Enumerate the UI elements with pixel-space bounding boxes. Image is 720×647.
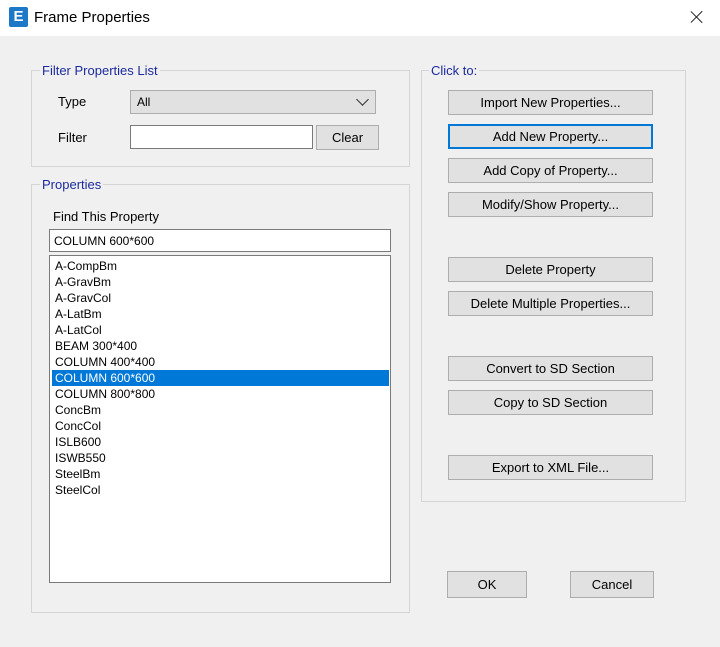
properties-listbox[interactable]: A-CompBm A-GravBm A-GravCol A-LatBm A-La… xyxy=(49,255,391,583)
ok-button[interactable]: OK xyxy=(447,571,527,598)
export-to-xml-button[interactable]: Export to XML File... xyxy=(448,455,653,480)
etabs-app-icon: E xyxy=(9,7,28,27)
actions-group-label: Click to: xyxy=(429,63,480,78)
list-item[interactable]: COLUMN 400*400 xyxy=(52,354,389,370)
find-property-input[interactable] xyxy=(49,229,391,252)
list-item[interactable]: ConcBm xyxy=(52,402,389,418)
list-item[interactable]: BEAM 300*400 xyxy=(52,338,389,354)
type-select[interactable]: All xyxy=(130,90,376,114)
list-item[interactable]: A-LatCol xyxy=(52,322,389,338)
title-bar: E Frame Properties xyxy=(0,0,720,36)
add-new-property-button[interactable]: Add New Property... xyxy=(448,124,653,149)
properties-group-label: Properties xyxy=(40,177,104,192)
import-new-properties-button[interactable]: Import New Properties... xyxy=(448,90,653,115)
close-icon[interactable] xyxy=(682,4,712,30)
filter-label: Filter xyxy=(58,130,87,145)
list-item[interactable]: ISLB600 xyxy=(52,434,389,450)
window-title: Frame Properties xyxy=(34,9,150,26)
filter-group-label: Filter Properties List xyxy=(40,63,160,78)
list-item[interactable]: ConcCol xyxy=(52,418,389,434)
delete-property-button[interactable]: Delete Property xyxy=(448,257,653,282)
find-property-label: Find This Property xyxy=(53,209,159,224)
type-select-value: All xyxy=(137,95,151,109)
convert-to-sd-section-button[interactable]: Convert to SD Section xyxy=(448,356,653,381)
list-item[interactable]: SteelCol xyxy=(52,482,389,498)
cancel-button[interactable]: Cancel xyxy=(570,571,654,598)
list-item-selected[interactable]: COLUMN 600*600 xyxy=(52,370,389,386)
filter-group xyxy=(31,70,410,167)
list-item[interactable]: A-GravCol xyxy=(52,290,389,306)
add-copy-of-property-button[interactable]: Add Copy of Property... xyxy=(448,158,653,183)
type-label: Type xyxy=(58,94,87,109)
list-item[interactable]: A-CompBm xyxy=(52,258,389,274)
clear-button[interactable]: Clear xyxy=(316,125,379,150)
modify-show-property-button[interactable]: Modify/Show Property... xyxy=(448,192,653,217)
delete-multiple-properties-button[interactable]: Delete Multiple Properties... xyxy=(448,291,653,316)
copy-to-sd-section-button[interactable]: Copy to SD Section xyxy=(448,390,653,415)
list-item[interactable]: A-GravBm xyxy=(52,274,389,290)
chevron-down-icon xyxy=(356,93,369,106)
list-item[interactable]: ISWB550 xyxy=(52,450,389,466)
list-item[interactable]: A-LatBm xyxy=(52,306,389,322)
filter-input[interactable] xyxy=(130,125,313,149)
list-item[interactable]: SteelBm xyxy=(52,466,389,482)
list-item[interactable]: COLUMN 800*800 xyxy=(52,386,389,402)
